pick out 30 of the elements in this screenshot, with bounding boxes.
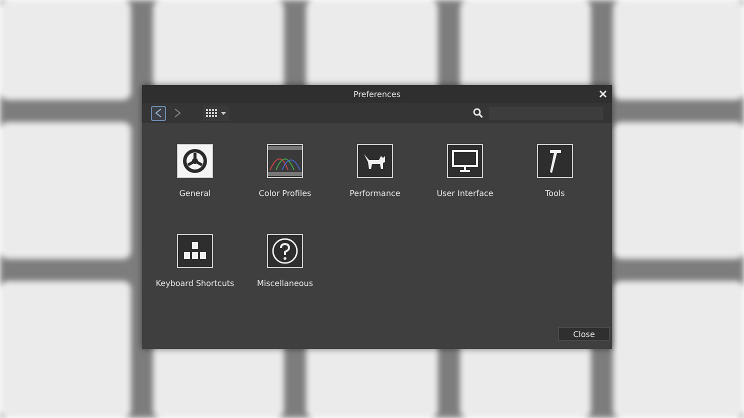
category-label: User Interface: [436, 189, 494, 198]
close-button[interactable]: Close: [558, 327, 610, 341]
category-label: Color Profiles: [258, 189, 312, 198]
color-profile-icon: [268, 146, 302, 176]
back-button[interactable]: [151, 106, 166, 120]
category-tile[interactable]: [177, 234, 213, 268]
grid-view-button[interactable]: [203, 106, 229, 120]
caret-icon: [221, 112, 226, 114]
category-tile[interactable]: [177, 144, 213, 178]
gear-icon: [181, 147, 209, 175]
cat-icon: [363, 152, 387, 170]
category-tile[interactable]: [537, 144, 573, 178]
search-icon: [473, 108, 483, 118]
category-label: Tools: [545, 189, 565, 198]
category-label: General: [179, 189, 211, 198]
category-label: Performance: [350, 189, 400, 198]
hammer-icon: [547, 148, 563, 174]
monitor-icon: [452, 150, 478, 172]
category-label: Miscellaneous: [256, 279, 314, 288]
category-tile[interactable]: [267, 234, 303, 268]
arrow-keys-icon: [182, 241, 208, 261]
chevron-right-icon: [174, 108, 181, 118]
category-tile[interactable]: [267, 144, 303, 178]
question-mark-icon: [271, 237, 299, 265]
category-label: Keyboard Shortcuts: [156, 279, 234, 288]
category-tile[interactable]: [357, 144, 393, 178]
grid-icon: [206, 108, 218, 118]
window-title: Preferences: [353, 90, 401, 98]
category-tile[interactable]: [447, 144, 483, 178]
chevron-left-icon: [155, 108, 162, 118]
